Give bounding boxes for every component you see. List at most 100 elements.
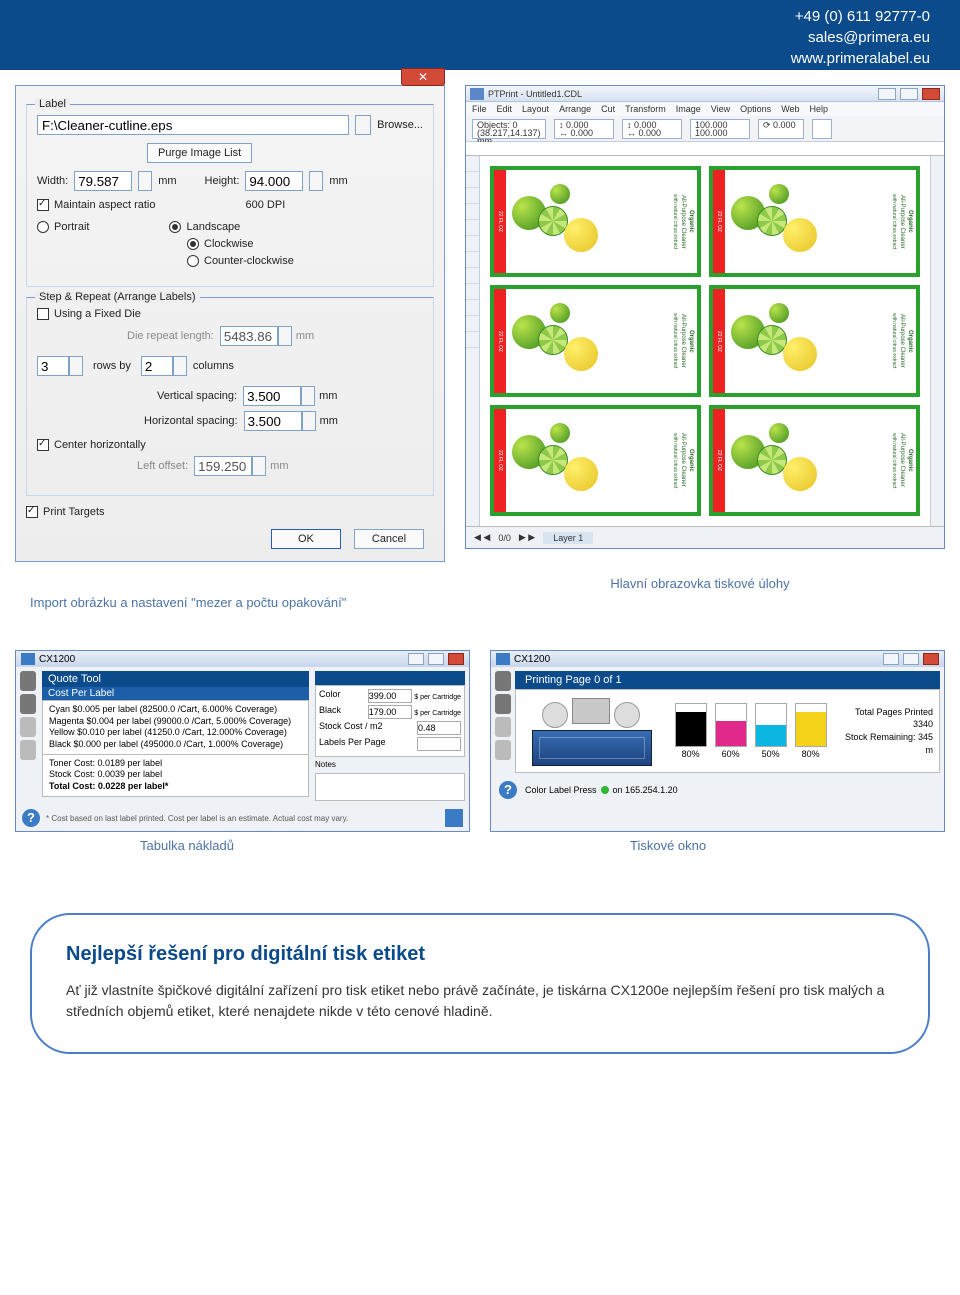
rows-input[interactable] [37,356,69,376]
menu-item[interactable]: Edit [497,104,513,114]
rows-spin[interactable] [69,356,83,376]
width-spin[interactable] [138,171,152,191]
menu-item[interactable]: Web [781,104,799,114]
close-icon[interactable] [923,653,939,665]
minimize-icon[interactable] [408,653,424,665]
caption-right1: Hlavní obrazovka tiskové úlohy [460,576,940,591]
repeat-input [220,326,278,346]
cancel-button[interactable]: Cancel [354,529,424,549]
menu-item[interactable]: View [711,104,730,114]
mm-3: mm [296,330,314,342]
height-spin[interactable] [309,171,323,191]
hsp-spin[interactable] [302,411,316,431]
fixed-die-checkbox[interactable] [37,308,49,320]
nav-icon[interactable] [495,717,511,737]
close-icon[interactable] [922,88,940,100]
repeat-spin [278,326,292,346]
stock-cost: Stock Cost: 0.0039 per label [49,769,302,781]
menu-item[interactable]: Transform [625,104,666,114]
path-dropdown[interactable] [355,115,371,135]
maximize-icon[interactable] [903,653,919,665]
cols-input[interactable] [141,356,173,376]
color-cost-input[interactable] [368,689,412,703]
minimize-icon[interactable] [878,88,896,100]
vsp-spin[interactable] [301,386,315,406]
app-icon [470,88,484,100]
import-dialog: ✕ Label Browse... Purge Image List Width… [15,85,445,562]
minimize-icon[interactable] [883,653,899,665]
save-icon[interactable] [445,809,463,827]
menu-item[interactable]: Options [740,104,771,114]
cost-footnote: * Cost based on last label printed. Cost… [46,814,348,823]
height-input[interactable] [245,171,303,191]
print-window: CX1200 Printing Page 0 of 1 [490,650,945,832]
tool-palette[interactable] [466,156,480,526]
maximize-icon[interactable] [900,88,918,100]
repeat-label: Die repeat length: [127,330,214,342]
header-bar: +49 (0) 611 92777-0 sales@primera.eu www… [0,0,960,70]
left-offset-input [194,456,252,476]
aspect-checkbox[interactable] [37,199,49,211]
label-preview: 22 FL OZOrganicAll-Purpose Cleanerwith n… [490,166,701,277]
path-input[interactable] [37,115,349,135]
step-legend: Step & Repeat (Arrange Labels) [35,291,200,303]
nav-icon[interactable] [20,694,36,714]
nav-icon[interactable] [495,740,511,760]
menu-item[interactable]: Layout [522,104,549,114]
quote-window: CX1200 Quote Tool Cost Per Label Cyan $0… [15,650,470,832]
fixed-die-label: Using a Fixed Die [54,308,141,320]
targets-checkbox[interactable] [26,506,38,518]
center-label: Center horizontally [54,439,146,451]
hsp-input[interactable] [244,411,302,431]
cols-spin[interactable] [173,356,187,376]
cost-per-label-header: Cost Per Label [42,687,309,700]
labels-per-page-input[interactable] [417,737,461,751]
portrait-radio[interactable] [37,221,49,233]
targets-label: Print Targets [43,506,105,518]
right-tools[interactable] [930,156,944,526]
menu-item[interactable]: Cut [601,104,615,114]
quote-tool-header: Quote Tool [42,671,309,687]
nav-icon[interactable] [20,671,36,691]
label-legend: Label [35,98,70,110]
landscape-radio[interactable] [169,221,181,233]
maximize-icon[interactable] [428,653,444,665]
nav-icon[interactable] [20,717,36,737]
black-cost-input[interactable] [368,705,412,719]
hsp-label: Horizontal spacing: [144,415,238,427]
menu-item[interactable]: File [472,104,487,114]
label-preview: 22 FL OZOrganicAll-Purpose Cleanerwith n… [709,285,920,396]
rows-label: rows by [93,360,131,372]
cw-radio[interactable] [187,238,199,250]
header-web: www.primeralabel.eu [0,48,930,69]
menu-bar[interactable]: File Edit Layout Arrange Cut Transform Image Vi… [466,102,944,116]
vsp-input[interactable] [243,386,301,406]
notes-field[interactable] [315,773,465,801]
help-icon[interactable]: ? [22,809,40,827]
purge-button[interactable]: Purge Image List [147,143,252,163]
menu-item[interactable]: Image [676,104,701,114]
mm-1: mm [158,175,176,187]
menu-item[interactable]: Help [810,104,829,114]
window-title: CX1200 [39,654,75,665]
nav-icon[interactable] [495,671,511,691]
canvas[interactable]: 22 FL OZOrganicAll-Purpose Cleanerwith n… [480,156,930,526]
ccw-radio[interactable] [187,255,199,267]
menu-item[interactable]: Arrange [559,104,591,114]
status-dot-icon [601,786,609,794]
width-input[interactable] [74,171,132,191]
browse-link[interactable]: Browse... [377,119,423,131]
stock-remaining: Stock Remaining: 345 m [839,731,933,756]
nav-icon[interactable] [20,740,36,760]
help-icon[interactable]: ? [499,781,517,799]
caption-left2: Tabulka nákladů [20,838,480,853]
stock-cost-input[interactable] [417,721,461,735]
ok-button[interactable]: OK [271,529,341,549]
status-bar: ◀ ◀0/0▶ ▶ Layer 1 [466,526,944,548]
portrait-label: Portrait [54,221,89,233]
height-label: Height: [205,175,240,187]
center-checkbox[interactable] [37,439,49,451]
close-icon[interactable]: ✕ [401,68,445,86]
nav-icon[interactable] [495,694,511,714]
close-icon[interactable] [448,653,464,665]
